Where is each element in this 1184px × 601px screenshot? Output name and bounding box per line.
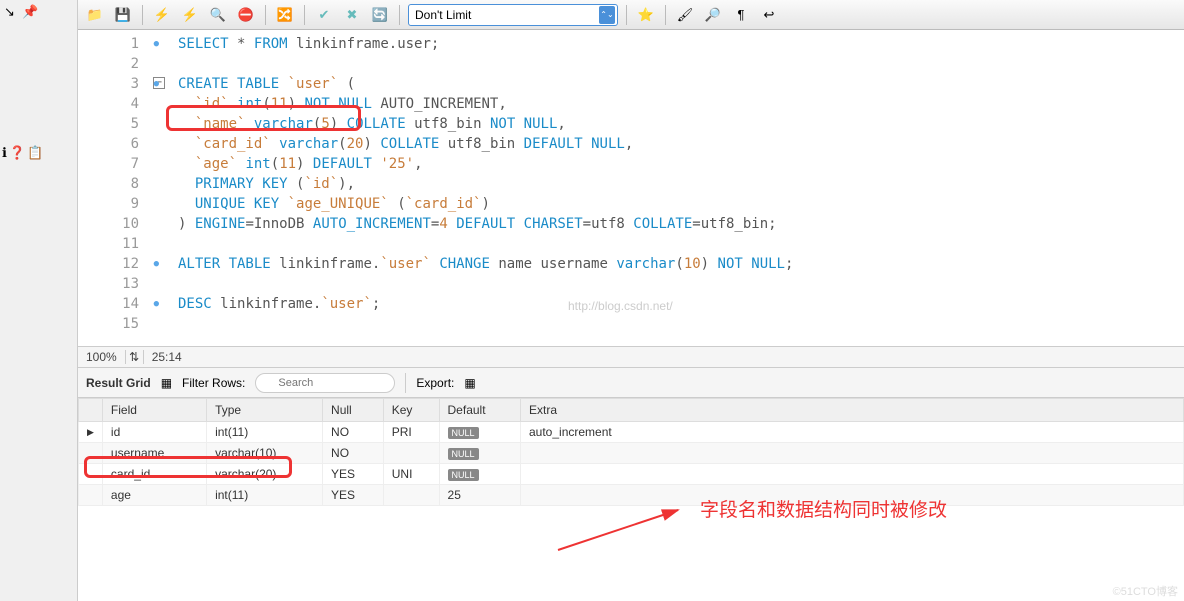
dropdown-arrow-icon: ⌃⌄ [599,6,615,24]
grid-header-row: Field Type Null Key Default Extra [79,399,1184,422]
cursor-position: 25:14 [144,350,190,364]
zoom-spinner-icon[interactable]: ⇅ [126,350,144,364]
wrap-icon[interactable]: ↩ [758,4,780,26]
open-icon[interactable]: 📁 [84,4,106,26]
limit-value: Don't Limit [415,8,471,22]
stop-icon[interactable]: ⛔ [235,4,257,26]
grid-icon[interactable]: ▦ [161,376,172,390]
help-icon[interactable]: ❓ [9,145,25,161]
info-icon[interactable]: ℹ [2,145,7,161]
highlight-box-grid [84,456,292,478]
watermark: http://blog.csdn.net/ [568,296,673,316]
commit-icon[interactable]: 🔀 [274,4,296,26]
col-null[interactable]: Null [323,399,384,422]
table-row[interactable]: ▶idint(11)NOPRINULLauto_increment [79,422,1184,443]
editor-toolbar: 📁 💾 ⚡ ⚡ 🔍 ⛔ 🔀 ✔ ✖ 🔄 Don't Limit ⌃⌄ ⭐ 🖌 🔎… [78,0,1184,30]
refresh-icon[interactable]: 🔄 [369,4,391,26]
pin-icon[interactable]: 📌 [22,4,38,20]
save-icon[interactable]: 💾 [112,4,134,26]
col-key[interactable]: Key [383,399,439,422]
explain-icon[interactable]: 🔍 [207,4,229,26]
annotation-arrow-icon [548,500,698,560]
export-icon[interactable]: ▦ [464,376,475,390]
col-default[interactable]: Default [439,399,520,422]
execute-step-icon[interactable]: ⚡ [179,4,201,26]
highlight-box-code [166,105,361,131]
side-panel: ↘ 📌 ℹ ❓ 📋 [0,0,78,601]
search-input[interactable] [255,373,395,393]
zoom-level[interactable]: 100% [78,350,126,364]
footer-watermark: ©51CTO博客 [1113,583,1178,599]
sql-editor[interactable]: 1 2 3− 4 5 6 7 8 9 10 11 12 13 14 15 SEL… [78,30,1184,346]
limit-select[interactable]: Don't Limit ⌃⌄ [408,4,618,26]
col-field[interactable]: Field [102,399,206,422]
search-wrap [255,373,395,393]
code-content[interactable]: SELECT * FROM linkinframe.user; CREATE T… [148,30,1184,346]
col-extra[interactable]: Extra [521,399,1184,422]
editor-status-bar: 100% ⇅ 25:14 [78,346,1184,368]
annotation-text: 字段名和数据结构同时被修改 [700,495,947,522]
filter-label: Filter Rows: [182,376,245,390]
cancel-icon[interactable]: ✖ [341,4,363,26]
find-icon[interactable]: 🔎 [702,4,724,26]
execute-icon[interactable]: ⚡ [151,4,173,26]
result-grid-label: Result Grid [86,376,151,390]
result-toolbar: Result Grid ▦ Filter Rows: Export: ▦ [78,368,1184,398]
collapse-icon[interactable]: ↘ [4,4,20,20]
beautify-icon[interactable]: 🖌 [674,4,696,26]
line-gutter: 1 2 3− 4 5 6 7 8 9 10 11 12 13 14 15 [78,30,148,346]
ok-icon[interactable]: ✔ [313,4,335,26]
col-type[interactable]: Type [207,399,323,422]
toggle-icon[interactable]: ¶ [730,4,752,26]
favorite-icon[interactable]: ⭐ [635,4,657,26]
export-label: Export: [416,376,454,390]
clipboard-icon[interactable]: 📋 [27,145,43,161]
